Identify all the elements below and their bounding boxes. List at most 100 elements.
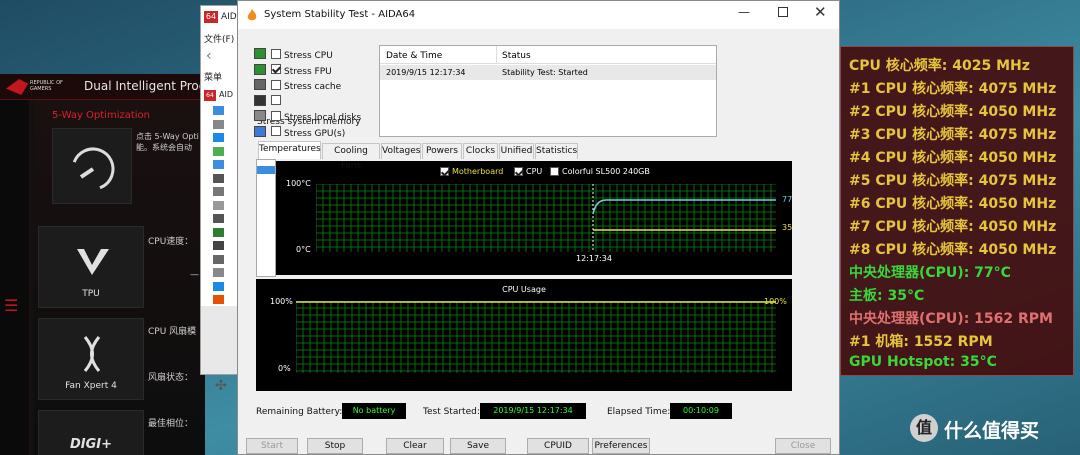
device-tree-icon[interactable]: [213, 160, 224, 169]
cpu-usage-value: 100%: [764, 297, 787, 306]
remaining-battery-value: No battery: [342, 403, 406, 419]
gpu-icon: [254, 125, 266, 137]
temp-time-label: 12:17:34: [576, 254, 612, 263]
osd-line: #2 CPU 核心频率: 4050 MHz: [849, 104, 1057, 120]
stress-option-checkbox[interactable]: [271, 126, 281, 136]
device-tree-icon[interactable]: [213, 227, 224, 237]
stress-option-checkbox[interactable]: [271, 110, 281, 121]
tab-statistics[interactable]: Statistics: [535, 143, 578, 159]
stress-options: Stress CPU Stress FPU Stress cache Stress s…: [254, 43, 374, 139]
legend-checkbox[interactable]: [550, 167, 559, 176]
menu-file[interactable]: 文件(F): [204, 32, 234, 45]
stress-option-checkbox[interactable]: [271, 64, 281, 74]
stress-option-checkbox[interactable]: [271, 95, 281, 105]
osd-line: 主板: 35°C: [849, 288, 925, 304]
rog-title: Dual Intelligent Proce: [84, 79, 213, 93]
legend-label: Colorful SL500 240GB: [562, 167, 650, 176]
tile-digi[interactable]: DIGI+: [38, 410, 144, 455]
temperature-graph: Motherboard CPU Colorful SL500 240GB 100°C…: [276, 161, 792, 275]
fpu-icon: [254, 63, 266, 75]
maximize-button[interactable]: [778, 7, 788, 17]
tree-root-label[interactable]: AID: [219, 90, 233, 99]
tab-temperatures[interactable]: Temperatures: [258, 141, 321, 159]
osd-line: #1 CPU 核心频率: 4075 MHz: [849, 81, 1057, 97]
osd-line: #8 CPU 核心频率: 4050 MHz: [849, 242, 1057, 258]
start-button[interactable]: Start: [246, 438, 298, 454]
device-tree-icon[interactable]: [213, 146, 224, 156]
test-started-label: Test Started:: [423, 407, 480, 417]
tab-clocks[interactable]: Clocks: [463, 143, 498, 159]
cpuid-button[interactable]: CPUID: [527, 438, 589, 454]
close-button[interactable]: Close: [775, 438, 831, 454]
device-tree-icon[interactable]: [213, 106, 224, 115]
rog-brand-line2: GAMERS: [30, 86, 52, 92]
log-cell-datetime: 2019/9/15 12:17:34: [386, 68, 466, 77]
test-started-value: 2019/9/15 12:17:34: [480, 403, 586, 419]
legend-checkbox[interactable]: [514, 167, 523, 176]
osd-line: #6 CPU 核心频率: 4050 MHz: [849, 196, 1057, 212]
stress-option-checkbox[interactable]: [271, 79, 281, 90]
tile-fan-xpert[interactable]: Fan Xpert 4: [38, 318, 144, 400]
stress-option-row[interactable]: Stress GPU(s): [254, 121, 345, 140]
rog-logo-icon: [6, 79, 28, 95]
tile-tpu[interactable]: TPU: [38, 226, 144, 308]
back-arrow-icon[interactable]: ‹: [206, 48, 212, 64]
fan-xpert-icon: [83, 336, 101, 372]
cpu-usage-grid: [296, 301, 776, 373]
save-button[interactable]: Save: [450, 438, 506, 454]
cache-icon: [254, 79, 266, 90]
hamburger-icon[interactable]: ☰: [4, 296, 18, 315]
tile-fan-xpert-label: Fan Xpert 4: [65, 381, 117, 391]
preferences-button[interactable]: Preferences: [592, 438, 650, 454]
device-tree-icon[interactable]: [213, 295, 224, 304]
menu-label: 菜单: [204, 73, 223, 83]
log-header-status[interactable]: Status: [502, 51, 531, 61]
five-way-button[interactable]: [52, 128, 132, 204]
tab-cooling-fans[interactable]: Cooling Fans: [322, 143, 380, 171]
stress-option-checkbox[interactable]: [271, 48, 281, 59]
device-tree-icon[interactable]: [213, 281, 224, 291]
osd-line: CPU 核心频率: 4025 MHz: [849, 58, 1030, 74]
aida-logo-icon: 64: [204, 11, 218, 23]
legend-checkbox[interactable]: [440, 167, 449, 176]
device-tree-icon[interactable]: [213, 241, 224, 250]
device-tree-icon[interactable]: [213, 133, 224, 142]
graph-side-list: [256, 159, 276, 277]
device-tree-icon[interactable]: [213, 200, 224, 210]
elapsed-time-label: Elapsed Time:: [607, 407, 671, 417]
stress-option-label: Stress GPU(s): [284, 128, 346, 139]
device-tree-icon[interactable]: [213, 119, 224, 129]
osd-line: 中央处理器(CPU): 1562 RPM: [849, 311, 1053, 327]
device-tree-icon[interactable]: [213, 254, 224, 264]
cpu-temp-value: 77: [782, 195, 793, 204]
mb-temp-value: 35: [782, 223, 793, 232]
device-tree-icon[interactable]: [213, 173, 224, 183]
stability-test-window: System Stability Test - AIDA64 — ✕ Stres…: [237, 0, 840, 455]
disk-icon: [254, 110, 266, 121]
temp-y-min: 0°C: [296, 245, 311, 254]
temperature-grid: [316, 184, 776, 252]
rog-sidebar: [0, 100, 30, 455]
speedometer-icon: [71, 147, 115, 191]
cpu-y-min: 0%: [278, 364, 291, 373]
tab-voltages[interactable]: Voltages: [381, 143, 421, 159]
tile-digi-label: DIGI+: [69, 437, 113, 452]
tab-unified[interactable]: Unified: [499, 143, 534, 159]
device-tree-icon[interactable]: [213, 187, 224, 196]
table-row[interactable]: 2019/9/15 12:17:34 Stability Test: Start…: [380, 65, 716, 80]
device-tree-icon[interactable]: [213, 214, 224, 223]
temperature-plot: [316, 184, 776, 252]
fan-status-caption: 风扇状态：: [148, 373, 194, 383]
log-header-datetime[interactable]: Date & Time: [386, 51, 442, 61]
clear-button[interactable]: Clear: [386, 438, 444, 454]
tpu-icon: [77, 249, 109, 275]
watermark-logo-icon: 值: [910, 414, 938, 442]
stop-button[interactable]: Stop: [307, 438, 363, 454]
aida-main-title: AID: [221, 12, 237, 22]
minimize-button[interactable]: —: [738, 5, 750, 19]
legend-label: Motherboard: [452, 167, 504, 176]
close-window-button[interactable]: ✕: [814, 3, 827, 21]
device-tree-icon[interactable]: [213, 268, 224, 277]
tab-powers[interactable]: Powers: [422, 143, 462, 159]
phase-caption: 最佳相位：: [148, 419, 194, 429]
